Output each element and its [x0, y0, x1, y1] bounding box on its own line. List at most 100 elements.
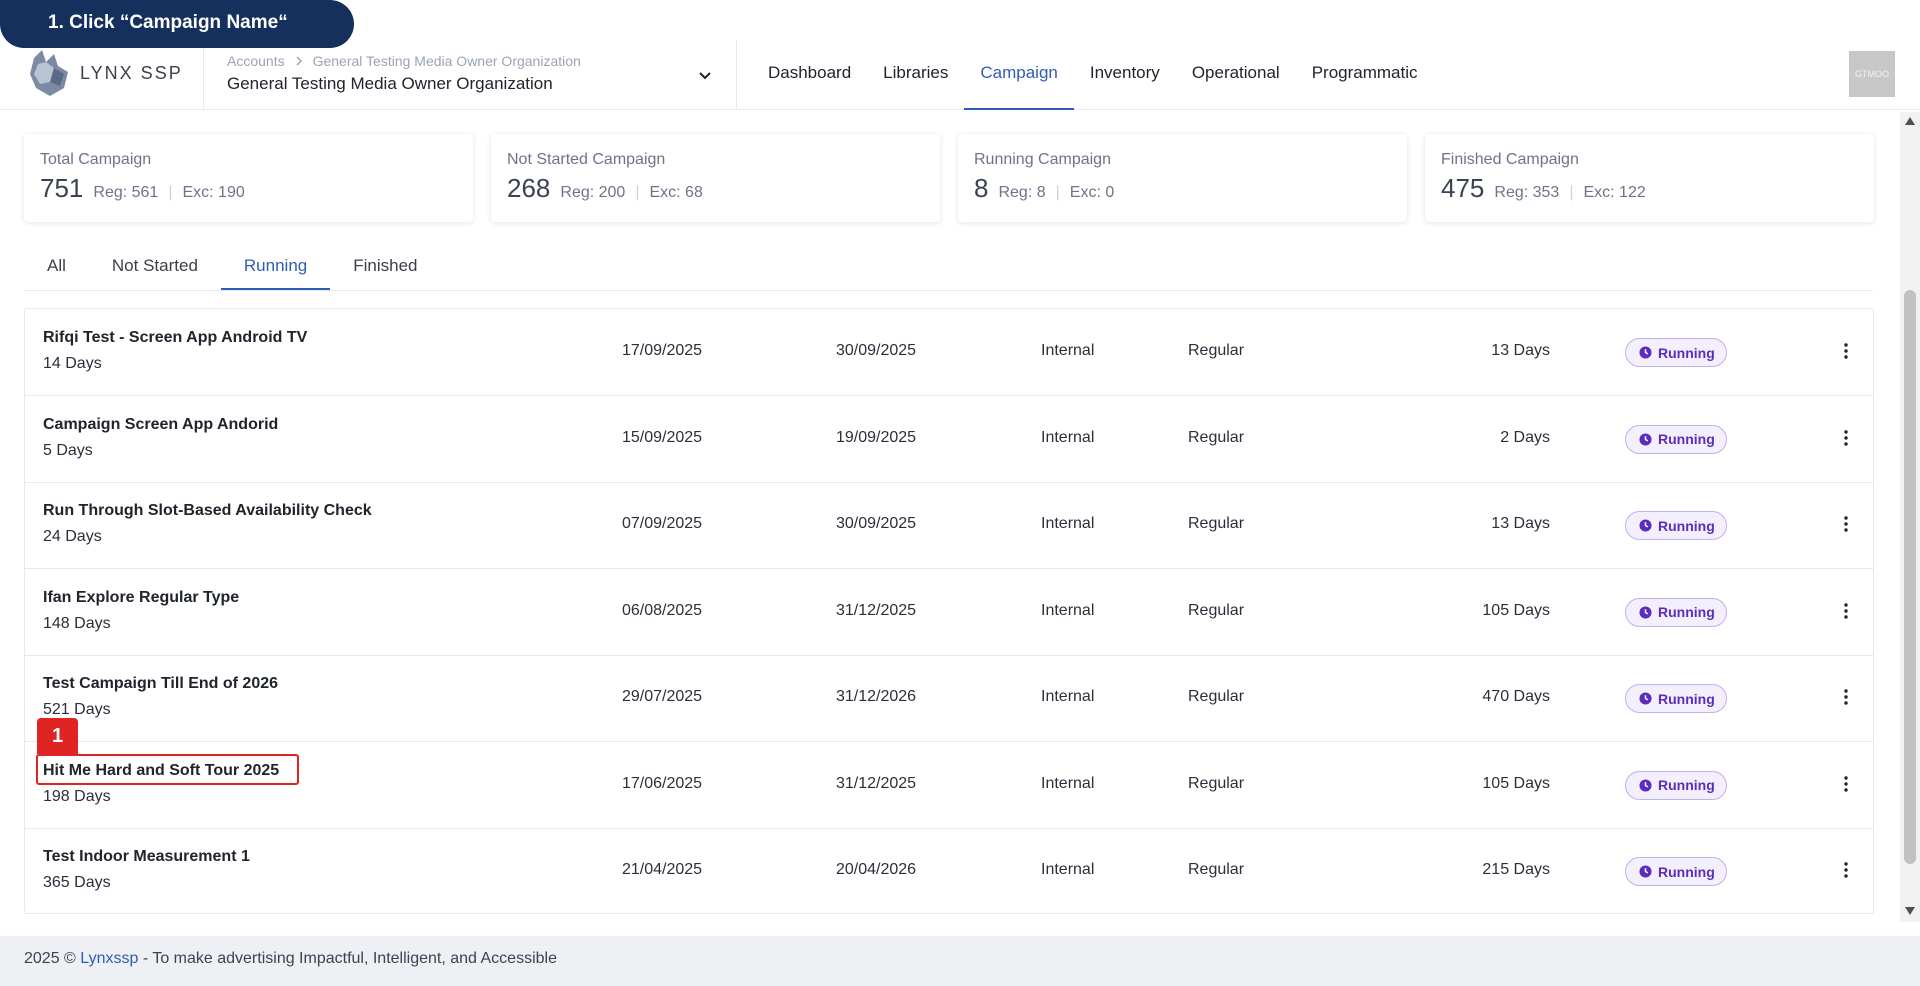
- stat-exc: Exc: 68: [649, 184, 703, 201]
- status-badge: Running: [1625, 857, 1727, 886]
- nav-programmatic[interactable]: Programmatic: [1296, 40, 1434, 110]
- status-badge: Running: [1625, 338, 1727, 367]
- more-options-icon[interactable]: [1840, 514, 1852, 534]
- scrollbar-thumb[interactable]: [1904, 290, 1916, 864]
- nav-operational[interactable]: Operational: [1176, 40, 1296, 110]
- status-badge: Running: [1625, 770, 1727, 800]
- footer-year: 2025 ©: [24, 950, 81, 967]
- organization-name[interactable]: General Testing Media Owner Organization: [227, 74, 553, 94]
- scroll-up-icon[interactable]: [1904, 116, 1916, 126]
- stat-exc: Exc: 190: [182, 184, 245, 201]
- campaign-end-date: 19/09/2025: [836, 428, 917, 446]
- campaign-table: Rifqi Test - Screen App Android TV 14 Day…: [24, 308, 1874, 914]
- stat-separator: |: [1569, 184, 1574, 201]
- chevron-right-icon: [296, 56, 302, 66]
- campaign-duration: 365 Days: [43, 874, 111, 891]
- campaign-remaining-days: 13 Days: [1491, 515, 1550, 532]
- table-row[interactable]: Test Indoor Measurement 1 365 Days 21/04/2…: [25, 828, 1873, 915]
- nav-libraries[interactable]: Libraries: [867, 40, 964, 110]
- campaign-name-link[interactable]: Rifqi Test - Screen App Android TV: [43, 329, 307, 347]
- campaign-duration: 5 Days: [43, 441, 93, 459]
- campaign-start-date: 17/06/2025: [622, 774, 703, 792]
- campaign-owner-type: Internal: [1041, 601, 1095, 619]
- campaign-duration: 521 Days: [43, 701, 111, 718]
- nav-campaign[interactable]: Campaign: [964, 40, 1074, 110]
- campaign-remaining-days: 2 Days: [1500, 428, 1550, 446]
- nav-inventory[interactable]: Inventory: [1074, 40, 1176, 110]
- stat-card-not-started: Not Started Campaign 268 Reg: 200 | Exc:…: [491, 134, 940, 222]
- status-badge: Running: [1625, 684, 1727, 713]
- more-options-icon[interactable]: [1840, 774, 1852, 794]
- campaign-start-date: 15/09/2025: [622, 428, 703, 446]
- status-label: Running: [1658, 690, 1715, 707]
- status-label: Running: [1658, 863, 1715, 880]
- table-row[interactable]: Run Through Slot-Based Availability Chec…: [25, 482, 1873, 569]
- scrollbar[interactable]: [1900, 112, 1920, 922]
- campaign-kind: Regular: [1188, 774, 1245, 792]
- table-row[interactable]: Campaign Screen App Andorid 5 Days 15/09/2…: [25, 396, 1873, 483]
- table-row[interactable]: Hit Me Hard and Soft Tour 2025 198 Days 17…: [25, 742, 1873, 829]
- campaign-end-date: 31/12/2025: [836, 601, 917, 619]
- scroll-down-icon[interactable]: [1904, 906, 1916, 916]
- chevron-down-icon[interactable]: [696, 66, 714, 84]
- stat-exc: Exc: 122: [1583, 184, 1646, 201]
- clock-icon: [1639, 692, 1652, 705]
- campaign-owner-type: Internal: [1041, 515, 1095, 532]
- campaign-remaining-days: 105 Days: [1482, 774, 1550, 792]
- footer-tagline: - To make advertising Impactful, Intelli…: [138, 950, 557, 967]
- stat-card-finished: Finished Campaign 475 Reg: 353 | Exc: 12…: [1425, 134, 1874, 222]
- clock-icon: [1639, 432, 1652, 446]
- stat-reg: Reg: 561: [93, 184, 159, 201]
- footer: 2025 © Lynxssp - To make advertising Imp…: [0, 936, 1920, 986]
- campaign-name-link[interactable]: Ifan Explore Regular Type: [43, 589, 239, 607]
- campaign-start-date: 07/09/2025: [622, 515, 703, 532]
- more-options-icon[interactable]: [1840, 860, 1852, 880]
- divider: [736, 40, 737, 108]
- stat-total: 475: [1441, 173, 1485, 203]
- more-options-icon[interactable]: [1840, 687, 1852, 707]
- campaign-start-date: 21/04/2025: [622, 861, 703, 878]
- campaign-kind: Regular: [1188, 861, 1245, 878]
- logo[interactable]: LYNX SSP: [28, 48, 183, 98]
- campaign-duration: 148 Days: [43, 614, 111, 632]
- status-badge: Running: [1625, 597, 1727, 627]
- campaign-name-link[interactable]: Run Through Slot-Based Availability Chec…: [43, 502, 372, 520]
- nav-dashboard[interactable]: Dashboard: [752, 40, 867, 110]
- instruction-banner: 1. Click “Campaign Name“: [0, 0, 354, 48]
- tab-finished[interactable]: Finished: [330, 244, 440, 290]
- step-marker: 1: [37, 718, 78, 754]
- campaign-stats: Total Campaign 751 Reg: 561 | Exc: 190 N…: [24, 134, 1874, 222]
- tab-running[interactable]: Running: [220, 244, 331, 290]
- status-label: Running: [1658, 344, 1715, 361]
- clock-icon: [1639, 778, 1652, 792]
- more-options-icon[interactable]: [1840, 428, 1852, 448]
- breadcrumb-root[interactable]: Accounts: [227, 53, 285, 69]
- campaign-name-link[interactable]: Test Campaign Till End of 2026: [43, 675, 278, 693]
- stat-title: Finished Campaign: [1441, 151, 1579, 168]
- campaign-owner-type: Internal: [1041, 688, 1095, 705]
- table-row[interactable]: Rifqi Test - Screen App Android TV 14 Day…: [25, 309, 1873, 396]
- campaign-kind: Regular: [1188, 601, 1245, 619]
- tab-not-started[interactable]: Not Started: [89, 244, 221, 290]
- clock-icon: [1639, 605, 1652, 619]
- clock-icon: [1639, 346, 1652, 359]
- campaign-owner-type: Internal: [1041, 861, 1095, 878]
- campaign-name-link[interactable]: Test Indoor Measurement 1: [43, 848, 250, 866]
- more-options-icon[interactable]: [1840, 601, 1852, 621]
- more-options-icon[interactable]: [1840, 341, 1852, 361]
- campaign-kind: Regular: [1188, 515, 1245, 532]
- campaign-end-date: 20/04/2026: [836, 861, 917, 878]
- campaign-kind: Regular: [1188, 688, 1245, 705]
- campaign-name-link[interactable]: Campaign Screen App Andorid: [43, 416, 278, 434]
- stat-title: Running Campaign: [974, 151, 1111, 168]
- breadcrumb-current: General Testing Media Owner Organization: [312, 53, 581, 69]
- lynx-logo-icon: [30, 50, 68, 96]
- user-avatar[interactable]: GTMOO: [1849, 51, 1895, 97]
- tab-all[interactable]: All: [24, 244, 89, 290]
- footer-brand-link[interactable]: Lynxssp: [80, 950, 138, 967]
- stat-separator: |: [1055, 184, 1060, 201]
- logo-text: LYNX SSP: [80, 62, 183, 83]
- stat-reg: Reg: 353: [1494, 184, 1560, 201]
- table-row[interactable]: Ifan Explore Regular Type 148 Days 06/08/2…: [25, 569, 1873, 656]
- table-row[interactable]: Test Campaign Till End of 2026 521 Days 29…: [25, 655, 1873, 742]
